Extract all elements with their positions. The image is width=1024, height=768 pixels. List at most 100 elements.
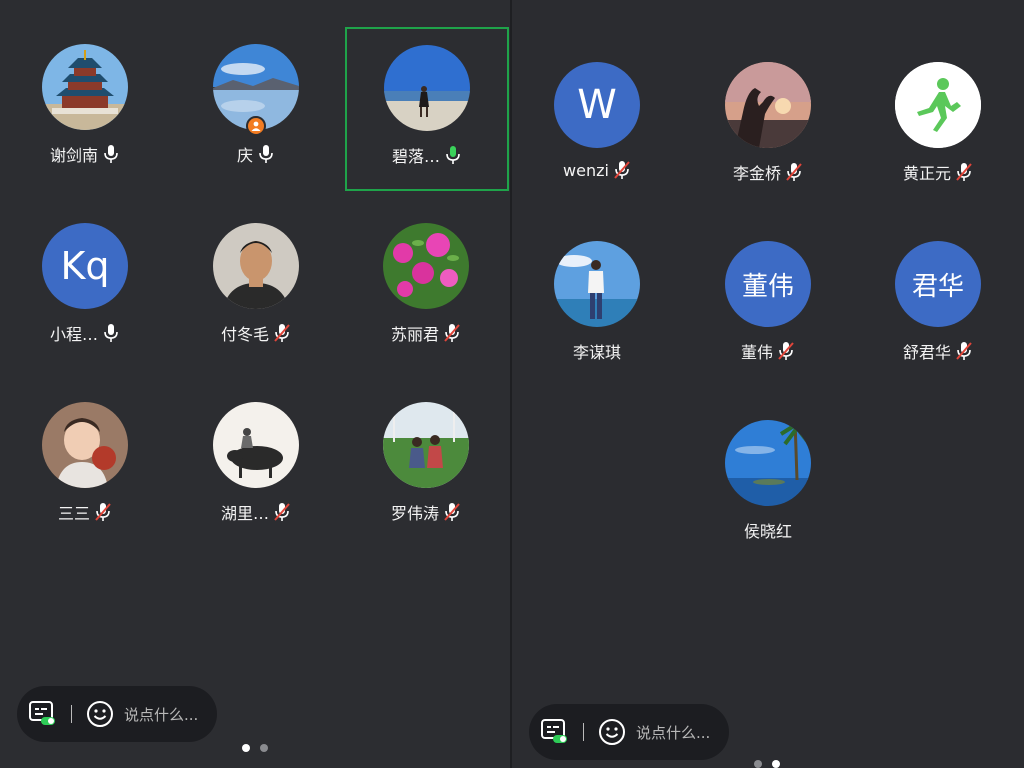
avatar <box>213 402 299 488</box>
participant-tile[interactable]: Kq 小程… <box>5 207 165 367</box>
avatar <box>383 402 469 488</box>
tropical-beach-photo <box>725 420 811 506</box>
child-photo <box>42 402 128 488</box>
participant-tile[interactable]: 黄正元 <box>858 46 1018 206</box>
avatar-initials: Kq <box>42 223 128 309</box>
avatar <box>384 45 470 131</box>
participant-name-row: 谢剑南 <box>5 142 165 166</box>
participant-name-row: 罗伟涛 <box>346 500 506 524</box>
participant-tile[interactable]: 李谋琪 <box>517 225 677 385</box>
participant-name-row: 三三 <box>5 500 165 524</box>
couple-photo <box>383 402 469 488</box>
participant-name: 谢剑南 <box>49 146 98 165</box>
avatar <box>725 62 811 148</box>
participant-tile[interactable]: 谢剑南 <box>5 28 165 188</box>
participant-name-row: 碧落… <box>347 143 507 167</box>
emoji-icon[interactable] <box>86 700 114 728</box>
mic-muted-icon <box>956 342 972 360</box>
seaside-photo <box>384 45 470 131</box>
chat-input-bar[interactable]: 说点什么... <box>529 704 729 760</box>
participant-tile[interactable]: 君华 舒君华 <box>858 225 1018 385</box>
gallery-page-2: W wenzi 李金桥 黄正元 李谋琪 董伟 董伟 君华 舒君华 侯晓红 说点什… <box>512 0 1024 768</box>
subtitle-toggle-icon[interactable] <box>29 701 57 727</box>
mic-muted-icon <box>95 503 111 521</box>
avatar <box>42 44 128 130</box>
mic-muted-icon <box>274 503 290 521</box>
participant-tile[interactable]: 侯晓红 <box>688 404 848 564</box>
participant-name: 湖里… <box>220 504 269 523</box>
emoji-icon[interactable] <box>598 718 626 746</box>
participant-tile[interactable]: W wenzi <box>517 46 677 206</box>
mic-muted-icon <box>956 163 972 181</box>
participant-name: 庆 <box>236 146 253 165</box>
participant-name-row: 苏丽君 <box>346 321 506 345</box>
mic-muted-icon <box>444 324 460 342</box>
participant-name: 三三 <box>57 504 90 523</box>
page-indicator <box>242 744 268 752</box>
participant-tile[interactable]: 三三 <box>5 386 165 546</box>
participant-name: 董伟 <box>740 343 773 362</box>
mic-active-icon <box>446 146 460 164</box>
participant-name: 李金桥 <box>732 164 781 183</box>
portrait-photo <box>213 223 299 309</box>
chat-placeholder[interactable]: 说点什么... <box>636 722 710 743</box>
participant-tile[interactable]: 庆 <box>176 28 336 188</box>
participant-name: 小程… <box>49 325 98 344</box>
runner-icon <box>895 62 981 148</box>
participant-name: 罗伟涛 <box>390 504 439 523</box>
page-dot[interactable] <box>260 744 268 752</box>
participant-name: 李谋琪 <box>572 343 621 362</box>
participant-name: 侯晓红 <box>743 522 792 541</box>
participant-name: 碧落… <box>391 147 440 166</box>
participant-name-row: wenzi <box>517 160 677 180</box>
avatar <box>895 62 981 148</box>
page-indicator <box>754 760 780 768</box>
subtitle-toggle-icon[interactable] <box>541 719 569 745</box>
participant-name-row: 李谋琪 <box>517 339 677 363</box>
gallery-page-1: 谢剑南 庆 碧落… Kq 小程… 付冬毛 苏丽君 三三 湖里… 罗伟涛 说点什么… <box>0 0 512 768</box>
avatar-initials: W <box>554 62 640 148</box>
participant-name: 黄正元 <box>902 164 951 183</box>
participant-tile[interactable]: 董伟 董伟 <box>688 225 848 385</box>
participant-name-row: 湖里… <box>176 500 336 524</box>
mic-muted-icon <box>614 161 630 179</box>
participant-tile[interactable]: 苏丽君 <box>346 207 506 367</box>
mic-muted-icon <box>778 342 794 360</box>
ink-painting-photo <box>213 402 299 488</box>
active-speaker-tile[interactable]: 碧落… <box>345 27 509 191</box>
chat-input-bar[interactable]: 说点什么... <box>17 686 217 742</box>
avatar-initials: 董伟 <box>725 241 811 327</box>
participant-tile[interactable]: 李金桥 <box>688 46 848 206</box>
page-dot[interactable] <box>754 760 762 768</box>
mic-icon <box>104 324 118 342</box>
avatar <box>554 241 640 327</box>
avatar <box>725 420 811 506</box>
mic-icon <box>104 145 118 163</box>
mic-icon <box>259 145 273 163</box>
participant-tile[interactable]: 罗伟涛 <box>346 386 506 546</box>
page-dot-active[interactable] <box>242 744 250 752</box>
mic-muted-icon <box>786 163 802 181</box>
participant-name-row: 董伟 <box>688 339 848 363</box>
participant-name: 舒君华 <box>902 343 951 362</box>
avatar-initials: 君华 <box>895 241 981 327</box>
participant-name-row: 付冬毛 <box>176 321 336 345</box>
beach-man-photo <box>554 241 640 327</box>
divider <box>71 705 72 723</box>
chat-placeholder[interactable]: 说点什么... <box>124 704 198 725</box>
participant-tile[interactable]: 湖里… <box>176 386 336 546</box>
participant-name: wenzi <box>563 160 609 180</box>
avatar <box>42 402 128 488</box>
participant-name-row: 小程… <box>5 321 165 345</box>
participant-name-row: 侯晓红 <box>688 518 848 542</box>
host-icon <box>246 116 266 136</box>
avatar <box>383 223 469 309</box>
participant-name-row: 舒君华 <box>858 339 1018 363</box>
participant-name: 付冬毛 <box>220 325 269 344</box>
mic-muted-icon <box>274 324 290 342</box>
flower-photo <box>383 223 469 309</box>
participant-name-row: 黄正元 <box>858 160 1018 184</box>
participant-tile[interactable]: 付冬毛 <box>176 207 336 367</box>
page-dot-active[interactable] <box>772 760 780 768</box>
mic-muted-icon <box>444 503 460 521</box>
